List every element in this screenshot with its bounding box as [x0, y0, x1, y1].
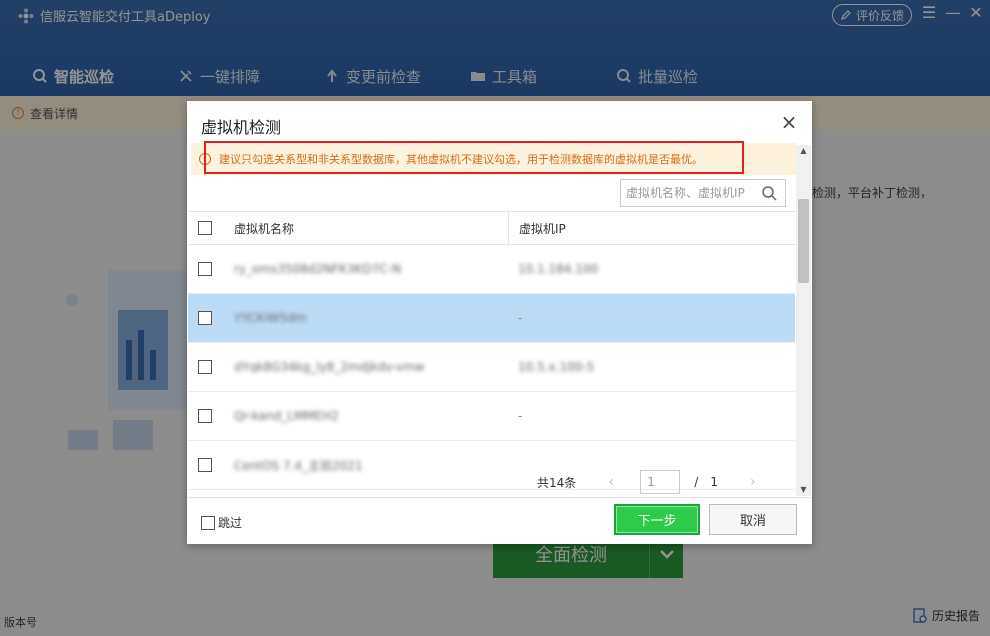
- vm-search-box: [620, 179, 786, 207]
- dialog-title: 虚拟机检测: [201, 118, 282, 137]
- skip-checkbox[interactable]: [201, 515, 215, 530]
- next-page-icon[interactable]: ›: [744, 474, 762, 490]
- skip-checkbox-group[interactable]: 跳过: [201, 514, 242, 531]
- select-all-checkbox[interactable]: [198, 221, 212, 235]
- vm-ip: -: [518, 311, 523, 325]
- vm-name: dYqk8G34kg_ly8_2mdjkdv-vmw: [234, 360, 425, 374]
- column-header-name: 虚拟机名称: [234, 221, 295, 236]
- scroll-up-icon[interactable]: ▲: [796, 145, 811, 157]
- table-row[interactable]: ry_oms3508d2NFK3KD7C-N 10.1.184.100: [188, 245, 795, 294]
- row-checkbox[interactable]: [198, 409, 212, 423]
- search-input[interactable]: [621, 181, 757, 205]
- vm-table: 虚拟机名称 虚拟机IP ry_oms3508d2NFK3KD7C-N 10.1.…: [188, 211, 795, 497]
- search-icon[interactable]: [757, 181, 781, 205]
- scroll-down-icon[interactable]: ▼: [796, 484, 811, 496]
- table-header: 虚拟机名称 虚拟机IP: [188, 211, 795, 245]
- page-input[interactable]: 1: [640, 470, 681, 494]
- row-checkbox[interactable]: [198, 360, 212, 374]
- vm-ip: 10.5.x.100-5: [518, 360, 595, 374]
- cancel-button[interactable]: 取消: [709, 504, 797, 535]
- table-row[interactable]: dYqk8G34kg_ly8_2mdjkdv-vmw 10.5.x.100-5: [188, 343, 795, 392]
- dialog-footer: 跳过 下一步 取消: [187, 497, 812, 544]
- warning-icon: !: [199, 153, 211, 165]
- warning-text: 建议只勾选关系型和非关系型数据库，其他虚拟机不建议勾选，用于检测数据库的虚拟机是…: [219, 153, 703, 166]
- vm-ip: -: [518, 409, 523, 423]
- vm-check-dialog: 虚拟机检测 × ! 建议只勾选关系型和非关系型数据库，其他虚拟机不建议勾选，用于…: [187, 101, 812, 544]
- table-scrollbar[interactable]: ▲ ▼: [796, 145, 811, 496]
- skip-label: 跳过: [218, 516, 243, 530]
- page-separator: /: [694, 475, 699, 489]
- close-icon[interactable]: ×: [779, 112, 799, 133]
- vm-name: CentOS 7.4_主验2021: [234, 458, 363, 473]
- column-header-ip: 虚拟机IP: [508, 211, 795, 245]
- next-step-button[interactable]: 下一步: [614, 504, 700, 535]
- dialog-warning-bar: ! 建议只勾选关系型和非关系型数据库，其他虚拟机不建议勾选，用于检测数据库的虚拟…: [191, 143, 797, 175]
- prev-page-icon[interactable]: ‹: [602, 474, 620, 490]
- vm-ip: 10.1.184.100: [518, 262, 599, 276]
- page-count: 1: [710, 475, 718, 489]
- row-checkbox[interactable]: [198, 458, 212, 472]
- pagination: 共14条 ‹ 1 / 1 ›: [537, 469, 762, 495]
- vm-name: ry_oms3508d2NFK3KD7C-N: [234, 262, 401, 276]
- scroll-thumb[interactable]: [798, 199, 809, 283]
- table-row[interactable]: Qr-kand_LMMEH2 -: [188, 392, 795, 441]
- table-row[interactable]: YYCKiW5dm -: [188, 294, 795, 343]
- row-checkbox[interactable]: [198, 311, 212, 325]
- row-checkbox[interactable]: [198, 262, 212, 276]
- total-count: 共14条: [537, 475, 577, 490]
- vm-name: YYCKiW5dm: [234, 311, 307, 325]
- vm-name: Qr-kand_LMMEH2: [234, 409, 339, 423]
